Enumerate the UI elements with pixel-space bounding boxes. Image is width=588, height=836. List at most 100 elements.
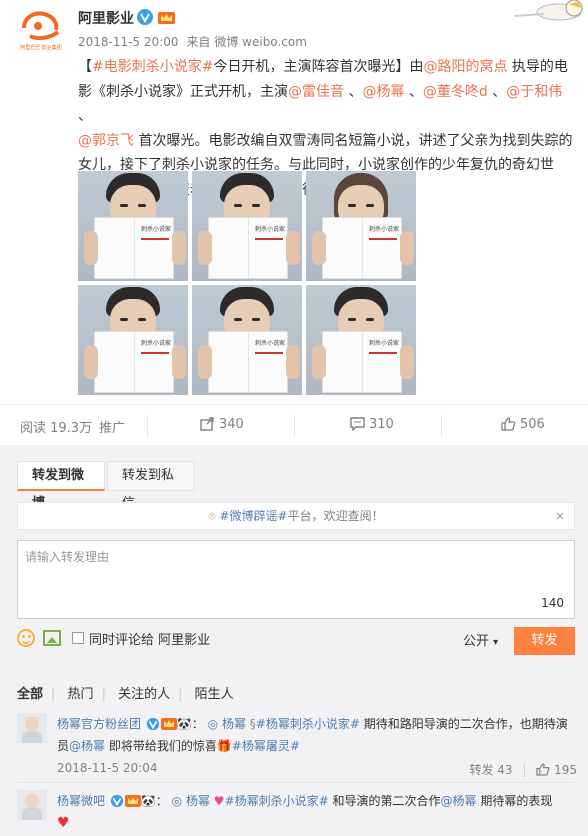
mention-link[interactable]: @雷佳音 [288, 84, 344, 100]
cast-photo[interactable]: 刺杀小说家 [192, 285, 302, 395]
comment-separator: ： [155, 794, 168, 808]
text-segment: 、 [487, 83, 507, 100]
repost-toolbar: 同时评论给 阿里影业 公开 ▾ 转发 [17, 627, 575, 657]
book-cover-title: 刺杀小说家 [255, 340, 286, 347]
verified-v-icon [137, 9, 153, 25]
comment-like-button[interactable]: 195 [536, 763, 577, 777]
cast-photo[interactable]: 刺杀小说家 [306, 171, 416, 281]
eye-icon: ◎ [207, 717, 219, 731]
post-meta: 2018-11-5 20:00 来自 微博 weibo.com [78, 33, 311, 50]
hashtag-link[interactable]: #杨幂刺杀小说家# [225, 794, 329, 808]
alibaba-pictures-logo-icon[interactable]: 阿里巴巴·影业集团 [16, 6, 66, 52]
input-placeholder: 请输入转发理由 [25, 550, 110, 564]
hashtag-link[interactable]: #电影刺杀小说家# [92, 59, 213, 75]
panda-icon: 🐼 [176, 717, 192, 731]
filter-strangers[interactable]: 陌生人 [195, 687, 234, 702]
comment-body: 和导演的第二次合作 [328, 794, 441, 808]
mention-link[interactable]: @杨幂 [441, 794, 477, 808]
mention-link[interactable]: @郭京飞 [78, 133, 134, 149]
avatar[interactable] [17, 713, 47, 743]
repost-reason-input[interactable]: 请输入转发理由 140 [17, 540, 575, 619]
submit-repost-button[interactable]: 转发 [514, 627, 575, 655]
mention-link[interactable]: @杨幂 [69, 739, 105, 753]
promote-link[interactable]: 推广 [99, 417, 125, 436]
book-cover-title: 刺杀小说家 [369, 340, 400, 347]
read-count: 阅读 19.3万 [20, 421, 93, 436]
visibility-dropdown[interactable]: 公开 ▾ [463, 630, 498, 649]
mention-link[interactable]: @杨幂 [362, 84, 404, 100]
filter-hot[interactable]: 热门 [68, 687, 94, 702]
text-segment: 、 [404, 83, 423, 100]
close-icon[interactable]: × [555, 503, 565, 529]
tab-repost-message[interactable]: 转发到私信 [107, 461, 195, 511]
surprise-emoji-icon: 🎁 [216, 739, 232, 753]
verified-v-icon [146, 717, 159, 731]
member-crown-icon[interactable] [158, 10, 175, 24]
mention-link[interactable]: 杨幂 [222, 717, 246, 731]
thumbs-up-icon [536, 763, 550, 776]
source-prefix: 来自 [186, 35, 211, 49]
comment-body: 即将带给我们的惊喜 [105, 739, 217, 753]
post-time[interactable]: 2018-11-5 20:00 [78, 35, 179, 49]
cast-photo[interactable]: 刺杀小说家 [306, 285, 416, 395]
emoji-icon[interactable] [17, 629, 35, 647]
thumbs-up-icon [501, 417, 516, 431]
image-icon[interactable] [43, 630, 61, 646]
comment-repost-button[interactable]: 转发 43 [469, 763, 512, 777]
panda-icon: 🐼 [140, 794, 156, 808]
comment-item: 杨幂微吧 🐼： ◎ 杨幂 ♥ #杨幂刺杀小说家# 和导演的第二次合作@杨幂 期待幂… [17, 790, 577, 836]
weibo-rumor-icon: ⌾ [208, 509, 216, 523]
repost-action[interactable]: 340 [200, 417, 244, 432]
repost-icon [200, 417, 214, 431]
text-segment: 、 [78, 108, 92, 124]
post-source[interactable]: 微博 weibo.com [214, 35, 307, 49]
avatar[interactable] [17, 790, 47, 820]
comment-action[interactable]: 310 [350, 417, 394, 432]
like-action[interactable]: 506 [501, 417, 545, 432]
text-segment: 今日开机，主演阵容首次曝光】由 [213, 59, 424, 75]
mention-link[interactable]: @路阳的窝点 [423, 59, 507, 75]
repost-count: 340 [219, 417, 244, 432]
rumor-hashtag-link[interactable]: #微博辟谣# [219, 509, 287, 523]
cast-photo[interactable]: 刺杀小说家 [192, 171, 302, 281]
heart-icon: ♥ [57, 815, 70, 831]
author-name[interactable]: 阿里影业 [78, 8, 134, 28]
visibility-value: 公开 [463, 634, 490, 649]
comment-time: 2018-11-5 20:04 [57, 761, 158, 775]
mention-link[interactable]: @于和伟 [506, 84, 562, 100]
filter-following[interactable]: 关注的人 [118, 687, 170, 702]
book-cover-title: 刺杀小说家 [141, 340, 172, 347]
comment-text: 杨幂微吧 🐼： ◎ 杨幂 ♥ #杨幂刺杀小说家# 和导演的第二次合作@杨幂 期待幂… [57, 790, 577, 834]
divider [17, 782, 575, 783]
comment-user[interactable]: 杨幂微吧 [57, 794, 105, 808]
comment-filters: 全部 | 热门 | 关注的人 | 陌生人 [17, 687, 234, 702]
char-counter: 140 [541, 596, 564, 610]
comment-separator: ： [191, 717, 204, 731]
action-bar: 阅读 19.3万 推广 340 310 506 [0, 404, 588, 446]
chevron-down-icon: ▾ [493, 637, 499, 648]
tab-repost-weibo[interactable]: 转发到微博 [17, 461, 105, 511]
eye-icon: ◎ [171, 794, 183, 808]
comment-icon [350, 417, 365, 432]
also-comment-label: 同时评论给 阿里影业 [89, 633, 211, 648]
comment-item: 杨幂官方粉丝团 🐼： ◎ 杨幂 §#杨幂刺杀小说家# 期待和路阳导演的二次合作，… [17, 713, 577, 783]
mention-link[interactable]: @董冬咚d [423, 84, 488, 100]
photo-grid: 刺杀小说家 刺杀小说家 刺杀小说家 刺杀小说家 刺杀小说家 刺杀小说家 [78, 171, 417, 397]
mention-link[interactable]: 杨幂 [186, 794, 210, 808]
comment-user[interactable]: 杨幂官方粉丝团 [57, 717, 141, 731]
comment-count: 310 [369, 417, 394, 432]
hashtag-link[interactable]: #杨幂刺杀小说家# [256, 717, 360, 731]
cast-photo[interactable]: 刺杀小说家 [78, 171, 188, 281]
text-segment: 【 [78, 59, 92, 75]
post-header: 阿里巴巴·影业集团 阿里影业 2018-11-5 20:00 来自 微博 weib… [0, 0, 588, 56]
like-count: 506 [520, 417, 545, 432]
member-crown-icon [160, 718, 177, 730]
text-segment: 、 [344, 83, 363, 100]
book-cover-title: 刺杀小说家 [141, 226, 172, 233]
svg-text:阿里巴巴·影业集团: 阿里巴巴·影业集团 [20, 44, 62, 51]
cast-photo[interactable]: 刺杀小说家 [78, 285, 188, 395]
comment-body: 期待幂的表现 [476, 794, 553, 808]
filter-all[interactable]: 全部 [17, 687, 43, 702]
also-comment-checkbox[interactable] [72, 632, 84, 644]
hashtag-link[interactable]: #杨幂屠灵# [232, 739, 300, 753]
